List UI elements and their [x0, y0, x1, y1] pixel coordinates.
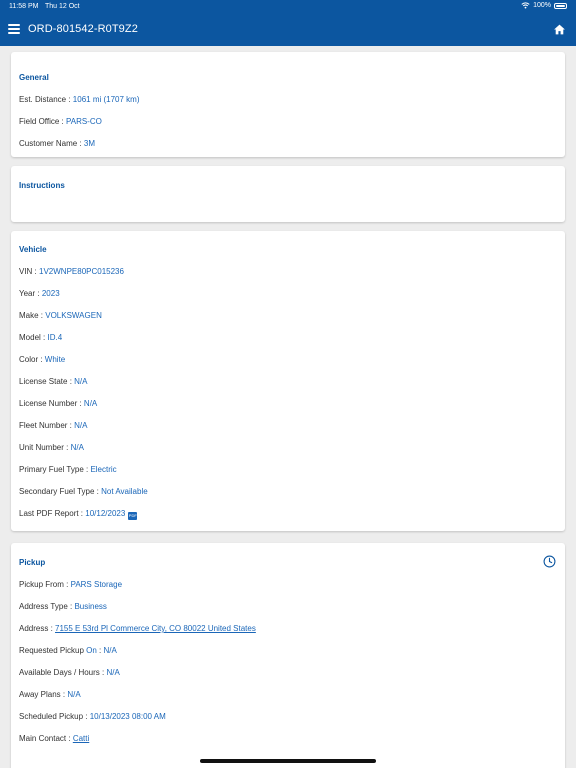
- wifi-icon: [521, 2, 530, 9]
- make-row: Make : VOLKSWAGEN: [19, 311, 102, 320]
- row-label: Scheduled Pickup :: [19, 712, 90, 721]
- status-date: Thu 12 Oct: [45, 3, 80, 10]
- status-bar: 11:58 PM Thu 12 Oct 100%: [0, 0, 576, 14]
- unit-number-row: Unit Number : N/A: [19, 443, 84, 452]
- row-value: PARS-CO: [65, 117, 102, 126]
- main-contact-link[interactable]: Catti: [73, 734, 89, 743]
- row-separator: :: [96, 646, 104, 655]
- row-value: N/A: [70, 443, 84, 452]
- status-time: 11:58 PM: [9, 3, 39, 10]
- row-label: Pickup From :: [19, 580, 71, 589]
- row-value: Business: [74, 602, 107, 611]
- home-icon[interactable]: [553, 23, 566, 36]
- row-value: PARS Storage: [70, 580, 123, 589]
- order-detail-content[interactable]: General Est. Distance : 1061 mi (1707 km…: [0, 46, 576, 768]
- estimated-distance-row: Est. Distance : 1061 mi (1707 km): [19, 95, 140, 104]
- row-label: License State :: [19, 377, 75, 386]
- away-plans-row: Away Plans : N/A: [19, 690, 81, 699]
- row-label: Year :: [19, 289, 42, 298]
- row-value: 1V2WNPE80PC015236: [39, 267, 124, 276]
- field-office-row: Field Office : PARS-CO: [19, 117, 102, 126]
- row-value: N/A: [67, 690, 81, 699]
- color-row: Color : White: [19, 355, 65, 364]
- scheduled-pickup-row: Scheduled Pickup : 10/13/2023 08:00 AM: [19, 712, 166, 721]
- status-right: 100%: [521, 2, 567, 9]
- general-card: General Est. Distance : 1061 mi (1707 km…: [11, 52, 565, 157]
- customer-name-row: Customer Name : 3M: [19, 139, 95, 148]
- row-value: White: [44, 355, 66, 364]
- row-value: N/A: [103, 646, 117, 655]
- row-value: Not Available: [101, 487, 148, 496]
- battery-icon: [554, 2, 567, 9]
- page-title: ORD-801542-R0T9Z2: [28, 23, 138, 35]
- secondary-fuel-row: Secondary Fuel Type : Not Available: [19, 487, 148, 496]
- battery-percent: 100%: [533, 2, 551, 9]
- general-title: General: [19, 73, 49, 82]
- instructions-card: Instructions: [11, 166, 565, 222]
- row-label: Field Office :: [19, 117, 66, 126]
- row-label: Fleet Number :: [19, 421, 75, 430]
- row-label: Address Type :: [19, 602, 75, 611]
- row-label: Make :: [19, 311, 46, 320]
- row-label: License Number :: [19, 399, 84, 408]
- row-value: 1061 mi (1707 km): [72, 95, 140, 104]
- row-label: Est. Distance :: [19, 95, 73, 104]
- clock-icon[interactable]: [543, 555, 556, 568]
- last-pdf-report-row: Last PDF Report : 10/12/2023 PDF: [19, 509, 138, 520]
- model-row: Model : ID.4: [19, 333, 62, 342]
- row-value[interactable]: 10/12/2023: [85, 509, 125, 518]
- vehicle-title: Vehicle: [19, 245, 47, 254]
- address-type-row: Address Type : Business: [19, 602, 107, 611]
- license-state-row: License State : N/A: [19, 377, 88, 386]
- row-label: Last PDF Report :: [19, 509, 86, 518]
- vin-row: VIN : 1V2WNPE80PC015236: [19, 267, 124, 276]
- row-label: Secondary Fuel Type :: [19, 487, 102, 496]
- vehicle-card: Vehicle VIN : 1V2WNPE80PC015236 Year : 2…: [11, 231, 565, 531]
- primary-fuel-row: Primary Fuel Type : Electric: [19, 465, 117, 474]
- row-label: Customer Name :: [19, 139, 84, 148]
- fleet-number-row: Fleet Number : N/A: [19, 421, 87, 430]
- row-value: Electric: [90, 465, 117, 474]
- hamburger-menu-icon[interactable]: [8, 24, 20, 34]
- row-value: N/A: [74, 377, 88, 386]
- pdf-report-icon[interactable]: PDF: [128, 512, 138, 520]
- row-label: Address :: [19, 624, 56, 633]
- row-value: 10/13/2023 08:00 AM: [89, 712, 166, 721]
- pickup-card: Pickup Pickup From : PARS Storage Addres…: [11, 543, 565, 768]
- license-number-row: License Number : N/A: [19, 399, 97, 408]
- top-nav-bar: ORD-801542-R0T9Z2: [0, 14, 576, 46]
- row-value: ID.4: [47, 333, 63, 342]
- row-value: N/A: [106, 668, 120, 677]
- row-label: Available Days / Hours :: [19, 668, 107, 677]
- instructions-title: Instructions: [19, 181, 65, 190]
- requested-pickup-row: Requested Pickup On : N/A: [19, 646, 117, 655]
- main-contact-row: Main Contact : Catti: [19, 734, 89, 743]
- address-link[interactable]: 7155 E 53rd Pl Commerce City, CO 80022 U…: [55, 624, 256, 633]
- pickup-title: Pickup: [19, 558, 46, 567]
- row-value: On: [86, 646, 97, 655]
- address-row: Address : 7155 E 53rd Pl Commerce City, …: [19, 624, 256, 633]
- row-label: Unit Number :: [19, 443, 71, 452]
- home-indicator[interactable]: [200, 759, 376, 763]
- year-row: Year : 2023: [19, 289, 60, 298]
- row-label: Primary Fuel Type :: [19, 465, 91, 474]
- row-label: Main Contact :: [19, 734, 73, 743]
- available-days-row: Available Days / Hours : N/A: [19, 668, 120, 677]
- row-label: VIN :: [19, 267, 40, 276]
- row-value: 2023: [41, 289, 60, 298]
- row-label: Color :: [19, 355, 45, 364]
- row-value: 3M: [83, 139, 96, 148]
- pickup-from-row: Pickup From : PARS Storage: [19, 580, 122, 589]
- row-label: Model :: [19, 333, 48, 342]
- row-value: N/A: [74, 421, 88, 430]
- row-label: Requested Pickup: [19, 646, 87, 655]
- row-label: Away Plans :: [19, 690, 68, 699]
- row-value: N/A: [83, 399, 98, 408]
- row-value: VOLKSWAGEN: [45, 311, 102, 320]
